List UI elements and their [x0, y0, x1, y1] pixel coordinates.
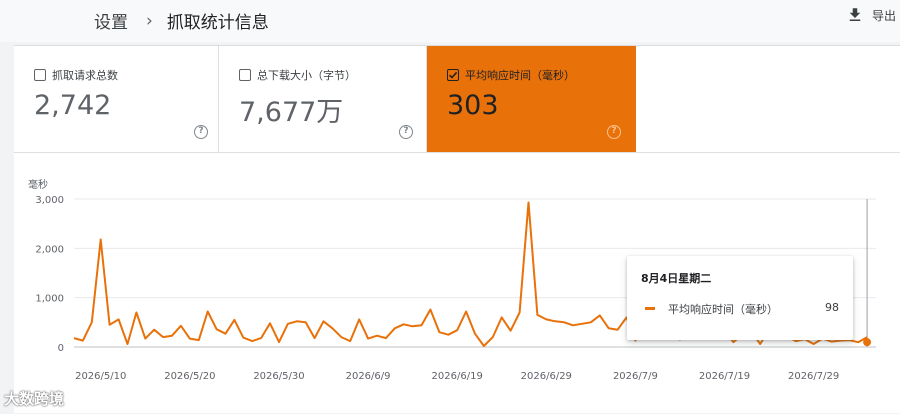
checkbox-total-requests[interactable] — [34, 69, 46, 81]
tooltip-series-name: 平均响应时间（毫秒） — [668, 303, 778, 316]
top-bar: 设置 › 抓取统计信息 导出 — [0, 0, 900, 42]
x-tick-label: 2026/5/20 — [164, 371, 215, 382]
watermark-text: 大数跨境 — [4, 390, 65, 408]
help-icon[interactable]: ? — [194, 125, 208, 139]
metric-value: 2,742 — [34, 90, 112, 121]
tooltip-value: 98 — [825, 301, 839, 314]
export-label: 导出 — [872, 8, 897, 23]
x-tick-label: 2026/6/9 — [346, 371, 391, 382]
x-tick-label: 2026/5/30 — [253, 371, 304, 382]
metric-total-requests[interactable]: 抓取请求总数 2,742 ? — [14, 46, 219, 152]
page-title: 抓取统计信息 — [166, 13, 269, 33]
x-tick-label: 2026/6/29 — [521, 371, 572, 382]
tooltip-date: 8月4日星期二 — [641, 272, 712, 285]
legend-swatch — [645, 307, 655, 310]
metric-label: 总下载大小（字节） — [257, 69, 356, 82]
x-tick-label: 2026/7/9 — [613, 371, 658, 382]
watermark-logo: 大数跨境 — [4, 388, 64, 409]
x-tick-label: 2026/7/19 — [699, 371, 750, 382]
export-button[interactable]: 导出 — [846, 6, 896, 24]
help-icon[interactable]: ? — [607, 125, 621, 139]
x-tick-label: 2026/6/19 — [432, 371, 483, 382]
help-icon[interactable]: ? — [399, 125, 413, 139]
crawl-stats-card: 抓取请求总数 2,742 ? 总下载大小（字节） 7,677万 ? 平均响应时间… — [14, 45, 900, 413]
metric-value: 303 — [447, 90, 499, 121]
x-tick-label: 2026/7/29 — [788, 371, 839, 382]
checkmark-icon — [448, 71, 458, 79]
metric-total-download-size[interactable]: 总下载大小（字节） 7,677万 ? — [219, 46, 427, 152]
y-tick-label: 0 — [58, 343, 64, 354]
y-tick-label: 2,000 — [35, 244, 64, 255]
download-icon — [849, 8, 861, 21]
highlight-point — [863, 338, 872, 347]
breadcrumb-settings-link[interactable]: 设置 — [94, 8, 128, 33]
chart-tooltip: 8月4日星期二 平均响应时间（毫秒） 98 — [627, 256, 853, 340]
metric-label: 抓取请求总数 — [52, 69, 118, 82]
breadcrumb: 设置 › 抓取统计信息 — [94, 8, 269, 34]
checkbox-avg-response-time[interactable] — [447, 69, 459, 81]
divider — [14, 152, 900, 153]
y-tick-label: 3,000 — [35, 195, 64, 206]
chevron-right-icon: › — [146, 10, 153, 31]
x-tick-label: 2026/5/10 — [75, 371, 126, 382]
metric-avg-response-time[interactable]: 平均响应时间（毫秒） 303 ? — [427, 46, 636, 152]
metric-label: 平均响应时间（毫秒） — [465, 69, 575, 82]
y-tick-label: 1,000 — [35, 294, 64, 305]
metric-value: 7,677万 — [239, 97, 344, 128]
checkbox-total-download-size[interactable] — [239, 69, 251, 81]
